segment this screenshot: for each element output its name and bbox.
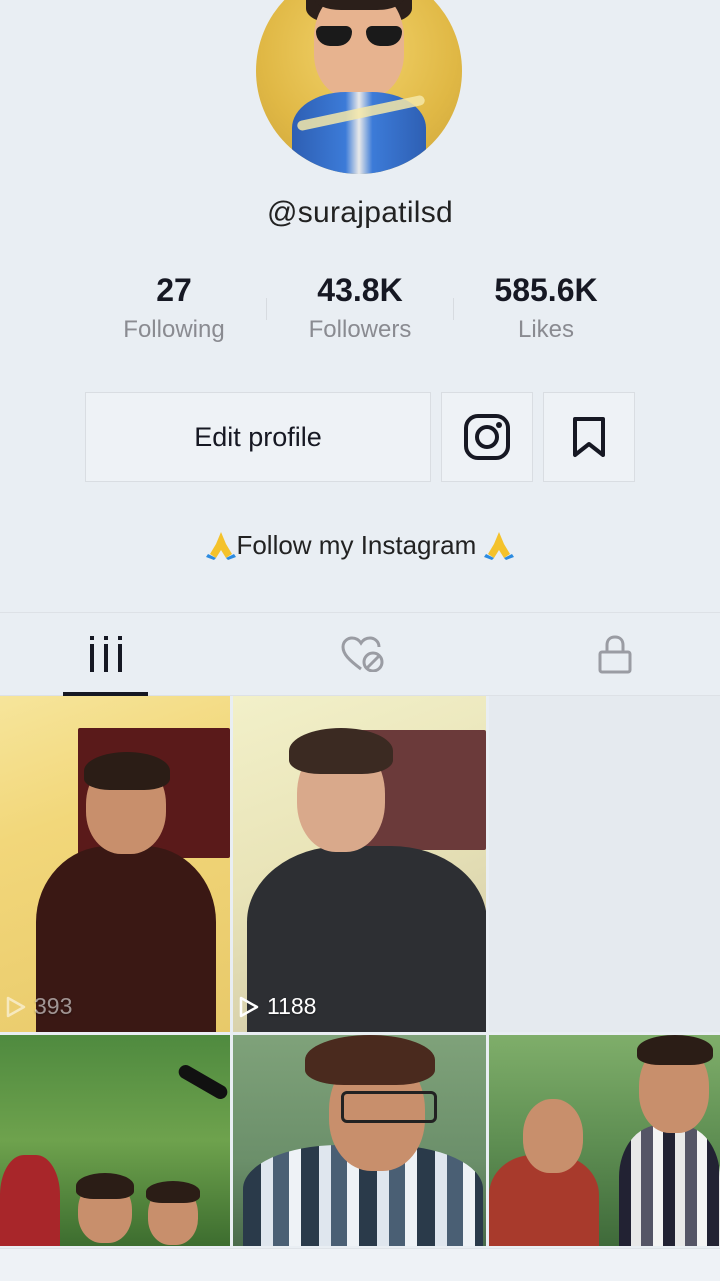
edit-profile-button[interactable]: Edit profile xyxy=(85,392,431,482)
video-thumbnail-loading[interactable] xyxy=(489,696,720,1032)
play-icon xyxy=(239,996,259,1017)
thumbnail-person-body xyxy=(619,1125,720,1246)
stat-divider xyxy=(453,298,454,320)
video-thumbnail[interactable] xyxy=(0,1035,230,1246)
video-view-count: 393 xyxy=(6,993,72,1020)
video-thumbnail[interactable] xyxy=(489,1035,720,1246)
lock-icon xyxy=(598,635,631,674)
favorites-button[interactable] xyxy=(543,392,635,482)
followers-count: 43.8K xyxy=(317,272,403,308)
thumbnail-person-hair xyxy=(146,1181,200,1203)
instagram-icon xyxy=(464,414,510,460)
stat-following[interactable]: 27 Following xyxy=(84,270,264,344)
bookmark-icon xyxy=(573,417,605,457)
video-thumbnail[interactable]: 393 xyxy=(0,696,230,1032)
stat-followers[interactable]: 43.8K Followers xyxy=(270,270,450,344)
thumbnail-person-hair xyxy=(305,1035,435,1085)
avatar-sunglasses xyxy=(316,26,402,48)
thumbnail-person-hair xyxy=(289,728,393,774)
folded-hands-icon xyxy=(206,532,237,560)
likes-count: 585.6K xyxy=(494,272,598,308)
folded-hands-icon xyxy=(483,532,514,560)
profile-avatar[interactable] xyxy=(256,0,462,174)
edit-profile-label: Edit profile xyxy=(194,421,322,452)
tab-liked[interactable] xyxy=(320,613,405,695)
thumbnail-person-hair xyxy=(76,1173,134,1199)
thumbnail-person-hair xyxy=(637,1035,713,1065)
avatar-face xyxy=(314,0,404,98)
following-count: 27 xyxy=(156,272,192,308)
play-icon xyxy=(6,996,26,1017)
stat-divider xyxy=(266,298,267,320)
following-label: Following xyxy=(123,316,225,343)
liked-hidden-icon xyxy=(340,636,383,672)
video-thumbnail[interactable]: 1188 xyxy=(233,696,486,1032)
likes-label: Likes xyxy=(517,316,575,343)
thumbnail-person-head xyxy=(523,1099,583,1173)
thumbnail-glasses xyxy=(341,1091,437,1123)
bottom-navigation-bar xyxy=(0,1248,720,1281)
instagram-link-button[interactable] xyxy=(441,392,533,482)
video-thumbnail[interactable] xyxy=(233,1035,486,1246)
thumbnail-person-hair xyxy=(84,752,170,790)
tab-private[interactable] xyxy=(572,613,657,695)
thumbnail-raised-arm xyxy=(176,1062,230,1102)
tab-videos[interactable] xyxy=(63,613,148,695)
profile-tabs xyxy=(0,612,720,696)
stat-likes[interactable]: 585.6K Likes xyxy=(456,270,636,344)
thumbnail-person-body xyxy=(0,1155,60,1246)
followers-label: Followers xyxy=(308,316,412,343)
profile-bio: Follow my Instagram xyxy=(0,530,720,561)
grid-icon xyxy=(89,636,122,672)
video-view-count: 1188 xyxy=(239,993,316,1020)
profile-username: @surajpatilsd xyxy=(266,196,454,229)
bio-text: Follow my Instagram xyxy=(236,530,477,560)
